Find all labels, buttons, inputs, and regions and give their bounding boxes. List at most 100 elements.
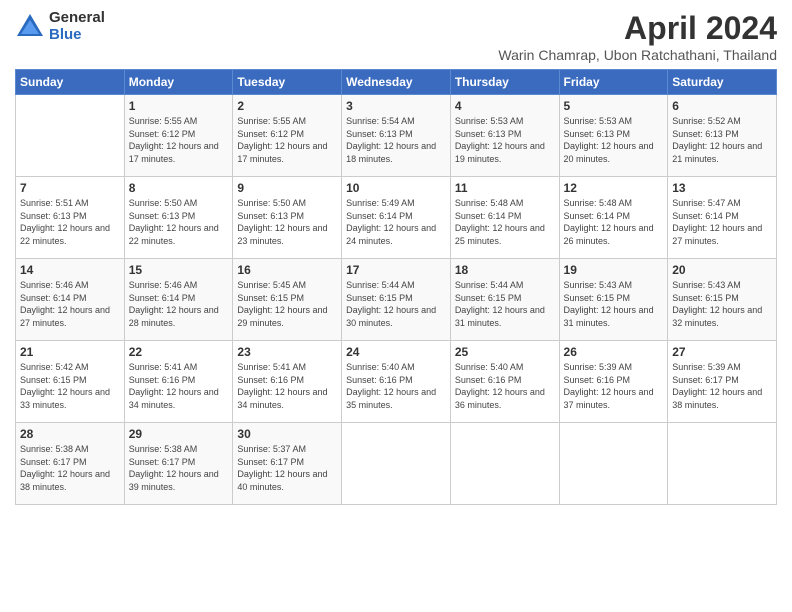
sunrise: Sunrise: 5:50 AM <box>129 198 198 208</box>
sunset: Sunset: 6:15 PM <box>237 293 304 303</box>
day-cell: 9 Sunrise: 5:50 AM Sunset: 6:13 PM Dayli… <box>233 177 342 259</box>
day-info: Sunrise: 5:40 AM Sunset: 6:16 PM Dayligh… <box>455 361 555 411</box>
sunset: Sunset: 6:13 PM <box>237 211 304 221</box>
sunset: Sunset: 6:16 PM <box>129 375 196 385</box>
sunset: Sunset: 6:13 PM <box>129 211 196 221</box>
sunrise: Sunrise: 5:45 AM <box>237 280 306 290</box>
day-info: Sunrise: 5:54 AM Sunset: 6:13 PM Dayligh… <box>346 115 446 165</box>
sunrise: Sunrise: 5:54 AM <box>346 116 415 126</box>
day-info: Sunrise: 5:49 AM Sunset: 6:14 PM Dayligh… <box>346 197 446 247</box>
daylight: Daylight: 12 hours and 40 minutes. <box>237 469 327 492</box>
sunset: Sunset: 6:16 PM <box>346 375 413 385</box>
day-cell <box>16 95 125 177</box>
daylight: Daylight: 12 hours and 36 minutes. <box>455 387 545 410</box>
day-info: Sunrise: 5:47 AM Sunset: 6:14 PM Dayligh… <box>672 197 772 247</box>
col-sunday: Sunday <box>16 70 125 95</box>
day-info: Sunrise: 5:45 AM Sunset: 6:15 PM Dayligh… <box>237 279 337 329</box>
day-number: 30 <box>237 427 337 441</box>
day-info: Sunrise: 5:37 AM Sunset: 6:17 PM Dayligh… <box>237 443 337 493</box>
daylight: Daylight: 12 hours and 38 minutes. <box>20 469 110 492</box>
day-info: Sunrise: 5:53 AM Sunset: 6:13 PM Dayligh… <box>564 115 664 165</box>
day-number: 26 <box>564 345 664 359</box>
week-row-2: 14 Sunrise: 5:46 AM Sunset: 6:14 PM Dayl… <box>16 259 777 341</box>
day-info: Sunrise: 5:40 AM Sunset: 6:16 PM Dayligh… <box>346 361 446 411</box>
daylight: Daylight: 12 hours and 32 minutes. <box>672 305 762 328</box>
daylight: Daylight: 12 hours and 25 minutes. <box>455 223 545 246</box>
daylight: Daylight: 12 hours and 29 minutes. <box>237 305 327 328</box>
col-saturday: Saturday <box>668 70 777 95</box>
day-info: Sunrise: 5:48 AM Sunset: 6:14 PM Dayligh… <box>564 197 664 247</box>
sunset: Sunset: 6:12 PM <box>237 129 304 139</box>
day-info: Sunrise: 5:41 AM Sunset: 6:16 PM Dayligh… <box>237 361 337 411</box>
sunrise: Sunrise: 5:47 AM <box>672 198 741 208</box>
day-info: Sunrise: 5:38 AM Sunset: 6:17 PM Dayligh… <box>20 443 120 493</box>
day-cell: 15 Sunrise: 5:46 AM Sunset: 6:14 PM Dayl… <box>124 259 233 341</box>
logo-icon <box>15 12 45 42</box>
week-row-0: 1 Sunrise: 5:55 AM Sunset: 6:12 PM Dayli… <box>16 95 777 177</box>
day-cell: 16 Sunrise: 5:45 AM Sunset: 6:15 PM Dayl… <box>233 259 342 341</box>
daylight: Daylight: 12 hours and 22 minutes. <box>20 223 110 246</box>
day-number: 19 <box>564 263 664 277</box>
daylight: Daylight: 12 hours and 27 minutes. <box>20 305 110 328</box>
day-number: 15 <box>129 263 229 277</box>
week-row-3: 21 Sunrise: 5:42 AM Sunset: 6:15 PM Dayl… <box>16 341 777 423</box>
day-cell: 23 Sunrise: 5:41 AM Sunset: 6:16 PM Dayl… <box>233 341 342 423</box>
sunset: Sunset: 6:13 PM <box>564 129 631 139</box>
daylight: Daylight: 12 hours and 17 minutes. <box>129 141 219 164</box>
daylight: Daylight: 12 hours and 39 minutes. <box>129 469 219 492</box>
sunrise: Sunrise: 5:46 AM <box>20 280 89 290</box>
day-number: 22 <box>129 345 229 359</box>
day-info: Sunrise: 5:55 AM Sunset: 6:12 PM Dayligh… <box>129 115 229 165</box>
sunrise: Sunrise: 5:53 AM <box>455 116 524 126</box>
day-cell: 26 Sunrise: 5:39 AM Sunset: 6:16 PM Dayl… <box>559 341 668 423</box>
day-number: 28 <box>20 427 120 441</box>
day-number: 8 <box>129 181 229 195</box>
sunset: Sunset: 6:14 PM <box>346 211 413 221</box>
day-number: 17 <box>346 263 446 277</box>
day-number: 13 <box>672 181 772 195</box>
sunset: Sunset: 6:15 PM <box>346 293 413 303</box>
day-info: Sunrise: 5:52 AM Sunset: 6:13 PM Dayligh… <box>672 115 772 165</box>
day-info: Sunrise: 5:38 AM Sunset: 6:17 PM Dayligh… <box>129 443 229 493</box>
day-info: Sunrise: 5:48 AM Sunset: 6:14 PM Dayligh… <box>455 197 555 247</box>
day-number: 7 <box>20 181 120 195</box>
day-number: 2 <box>237 99 337 113</box>
day-cell: 20 Sunrise: 5:43 AM Sunset: 6:15 PM Dayl… <box>668 259 777 341</box>
day-cell: 5 Sunrise: 5:53 AM Sunset: 6:13 PM Dayli… <box>559 95 668 177</box>
sunset: Sunset: 6:13 PM <box>455 129 522 139</box>
day-number: 1 <box>129 99 229 113</box>
day-info: Sunrise: 5:43 AM Sunset: 6:15 PM Dayligh… <box>564 279 664 329</box>
daylight: Daylight: 12 hours and 34 minutes. <box>129 387 219 410</box>
daylight: Daylight: 12 hours and 26 minutes. <box>564 223 654 246</box>
sunrise: Sunrise: 5:41 AM <box>129 362 198 372</box>
daylight: Daylight: 12 hours and 37 minutes. <box>564 387 654 410</box>
sunset: Sunset: 6:14 PM <box>564 211 631 221</box>
sunrise: Sunrise: 5:44 AM <box>346 280 415 290</box>
sunset: Sunset: 6:15 PM <box>455 293 522 303</box>
subtitle: Warin Chamrap, Ubon Ratchathani, Thailan… <box>498 47 777 63</box>
calendar-table: Sunday Monday Tuesday Wednesday Thursday… <box>15 69 777 505</box>
sunrise: Sunrise: 5:40 AM <box>346 362 415 372</box>
sunrise: Sunrise: 5:55 AM <box>129 116 198 126</box>
sunrise: Sunrise: 5:52 AM <box>672 116 741 126</box>
day-info: Sunrise: 5:51 AM Sunset: 6:13 PM Dayligh… <box>20 197 120 247</box>
sunset: Sunset: 6:14 PM <box>455 211 522 221</box>
day-cell: 12 Sunrise: 5:48 AM Sunset: 6:14 PM Dayl… <box>559 177 668 259</box>
day-cell: 8 Sunrise: 5:50 AM Sunset: 6:13 PM Dayli… <box>124 177 233 259</box>
sunrise: Sunrise: 5:38 AM <box>129 444 198 454</box>
day-info: Sunrise: 5:43 AM Sunset: 6:15 PM Dayligh… <box>672 279 772 329</box>
sunrise: Sunrise: 5:40 AM <box>455 362 524 372</box>
daylight: Daylight: 12 hours and 18 minutes. <box>346 141 436 164</box>
daylight: Daylight: 12 hours and 22 minutes. <box>129 223 219 246</box>
day-number: 21 <box>20 345 120 359</box>
daylight: Daylight: 12 hours and 31 minutes. <box>455 305 545 328</box>
day-cell: 4 Sunrise: 5:53 AM Sunset: 6:13 PM Dayli… <box>450 95 559 177</box>
day-info: Sunrise: 5:55 AM Sunset: 6:12 PM Dayligh… <box>237 115 337 165</box>
day-cell: 14 Sunrise: 5:46 AM Sunset: 6:14 PM Dayl… <box>16 259 125 341</box>
daylight: Daylight: 12 hours and 21 minutes. <box>672 141 762 164</box>
sunset: Sunset: 6:14 PM <box>672 211 739 221</box>
sunrise: Sunrise: 5:53 AM <box>564 116 633 126</box>
daylight: Daylight: 12 hours and 33 minutes. <box>20 387 110 410</box>
day-number: 4 <box>455 99 555 113</box>
main-title: April 2024 <box>498 10 777 47</box>
